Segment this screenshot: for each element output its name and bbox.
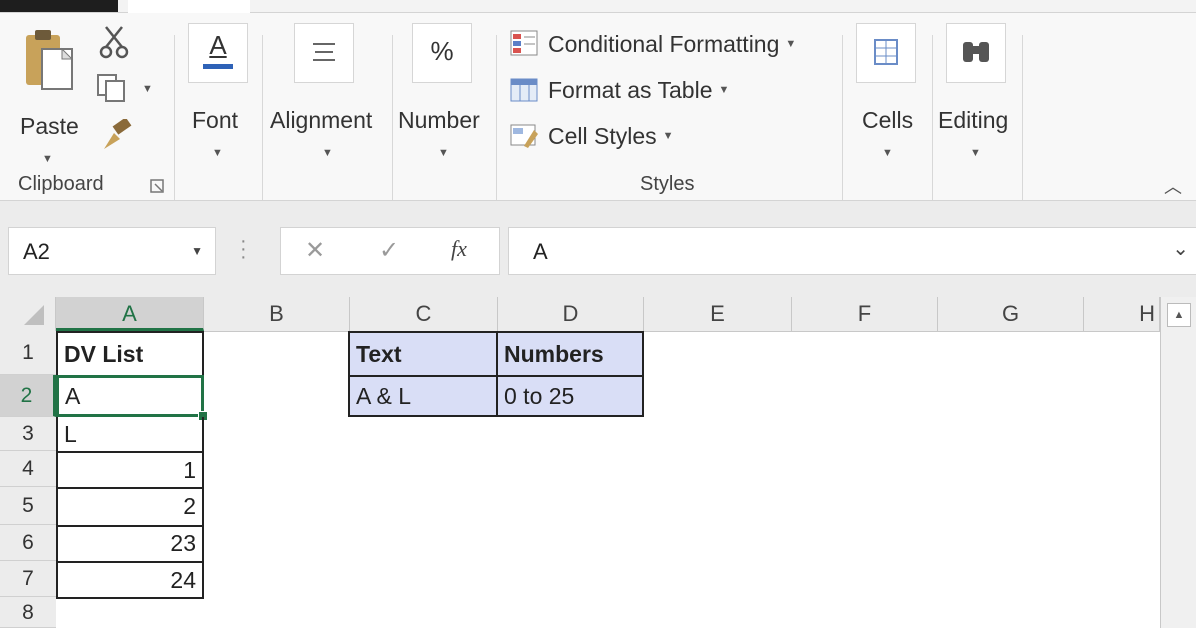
column-header-h[interactable]: H [1084, 297, 1160, 331]
file-tab[interactable] [0, 0, 118, 12]
font-caret: ▼ [212, 147, 223, 159]
percent-icon: % [412, 23, 472, 83]
format-painter-icon[interactable] [100, 119, 134, 153]
expand-formula-bar-icon[interactable]: ⌄ [1172, 236, 1189, 261]
copy-dropdown-caret[interactable]: ▼ [142, 83, 153, 95]
column-header-g[interactable]: G [938, 297, 1084, 331]
cell-styles-label: Cell Styles [548, 122, 657, 149]
dialog-launcher-icon[interactable] [150, 179, 164, 193]
name-box-dropdown-icon[interactable]: ▼ [191, 244, 203, 258]
styles-group-label: Styles [640, 173, 695, 195]
formula-input[interactable]: A ⌄ [508, 227, 1196, 275]
cell-styles-icon [510, 124, 538, 148]
format-as-table-caret: ▼ [718, 84, 730, 96]
editing-button[interactable]: Editing ▼ [936, 23, 1020, 163]
cell-a6[interactable]: 23 [56, 525, 204, 563]
formula-bar-area: A2 ▼ · · · ✕ ✓ fx A ⌄ [0, 201, 1196, 297]
editing-caret: ▼ [970, 147, 981, 159]
cell-a2[interactable]: A [56, 375, 204, 417]
cell-d2[interactable]: 0 to 25 [496, 375, 644, 417]
conditional-formatting-button[interactable]: Conditional Formatting ▼ [510, 25, 796, 63]
cell-styles-caret: ▼ [662, 130, 674, 142]
column-header-c[interactable]: C [350, 297, 498, 331]
column-header-f[interactable]: F [792, 297, 938, 331]
name-box-value: A2 [23, 239, 50, 264]
font-icon: A [188, 23, 248, 83]
alignment-icon [294, 23, 354, 83]
enter-check-icon[interactable]: ✓ [379, 236, 399, 265]
conditional-formatting-icon [510, 30, 538, 56]
column-header-a[interactable]: A [56, 297, 204, 331]
number-button[interactable]: % Number ▼ [396, 23, 492, 163]
cell-d1[interactable]: Numbers [496, 331, 644, 377]
cells-label: Cells [862, 107, 914, 133]
vertical-scrollbar[interactable]: ▲ [1160, 297, 1196, 628]
paste-icon [26, 30, 74, 90]
cell-c1[interactable]: Text [348, 331, 498, 377]
home-tab[interactable] [128, 0, 250, 13]
row-header-8[interactable]: 8 [0, 597, 56, 628]
alignment-label: Alignment [270, 107, 373, 133]
copy-icon[interactable] [96, 73, 130, 103]
cells-icon [856, 23, 916, 83]
conditional-formatting-caret: ▼ [785, 38, 797, 50]
insert-function-icon[interactable]: fx [451, 236, 467, 262]
format-as-table-label: Format as Table [548, 76, 713, 103]
format-as-table-button[interactable]: Format as Table ▼ [510, 71, 729, 109]
number-caret: ▼ [438, 147, 449, 159]
formula-bar-grip-icon[interactable]: · · · [240, 231, 247, 267]
editing-label: Editing [938, 107, 1009, 133]
cells-caret: ▼ [882, 147, 893, 159]
alignment-caret: ▼ [322, 147, 333, 159]
row-header-7[interactable]: 7 [0, 561, 56, 597]
column-header-e[interactable]: E [644, 297, 792, 331]
font-label: Font [192, 107, 239, 133]
font-color-bar [203, 64, 233, 69]
row-header-2[interactable]: 2 [0, 375, 56, 417]
font-button[interactable]: A Font ▼ [184, 23, 254, 163]
formula-input-value: A [533, 239, 548, 264]
row-header-5[interactable]: 5 [0, 487, 56, 525]
cut-icon[interactable] [98, 25, 132, 59]
paste-label: Paste [20, 113, 79, 139]
conditional-formatting-label: Conditional Formatting [548, 30, 780, 57]
column-header-d[interactable]: D [498, 297, 644, 331]
ribbon: Paste ▼ ▼ Clipboard A Font ▼ Alignment ▼… [0, 13, 1196, 203]
font-icon-letter: A [209, 30, 227, 60]
cell-c2[interactable]: A & L [348, 375, 498, 417]
cancel-icon[interactable]: ✕ [305, 236, 325, 265]
cell-a5[interactable]: 2 [56, 487, 204, 527]
select-all-corner[interactable] [0, 297, 56, 331]
row-header-6[interactable]: 6 [0, 525, 56, 561]
name-box[interactable]: A2 ▼ [8, 227, 216, 275]
row-header-3[interactable]: 3 [0, 417, 56, 451]
cell-a7[interactable]: 24 [56, 561, 204, 599]
cell-styles-button[interactable]: Cell Styles ▼ [510, 117, 674, 155]
row-header-1[interactable]: 1 [0, 331, 56, 375]
alignment-button[interactable]: Alignment ▼ [266, 23, 386, 163]
paste-dropdown-caret[interactable]: ▼ [42, 153, 53, 165]
collapse-ribbon-icon[interactable]: ︿ [1164, 173, 1182, 199]
paste-button[interactable]: Paste ▼ [14, 27, 80, 167]
cell-a1[interactable]: DV List [56, 331, 204, 377]
column-header-b[interactable]: B [204, 297, 350, 331]
percent-icon-glyph: % [430, 36, 454, 66]
number-label: Number [398, 107, 480, 133]
formula-buttons: ✕ ✓ fx [280, 227, 500, 275]
scroll-up-icon[interactable]: ▲ [1167, 303, 1191, 327]
cell-a3[interactable]: L [56, 417, 204, 453]
cells-button[interactable]: Cells ▼ [852, 23, 924, 163]
cell-a4[interactable]: 1 [56, 451, 204, 489]
format-as-table-icon [510, 78, 538, 102]
row-header-4[interactable]: 4 [0, 451, 56, 487]
find-binoculars-icon [946, 23, 1006, 83]
clipboard-group-label: Clipboard [18, 173, 104, 195]
